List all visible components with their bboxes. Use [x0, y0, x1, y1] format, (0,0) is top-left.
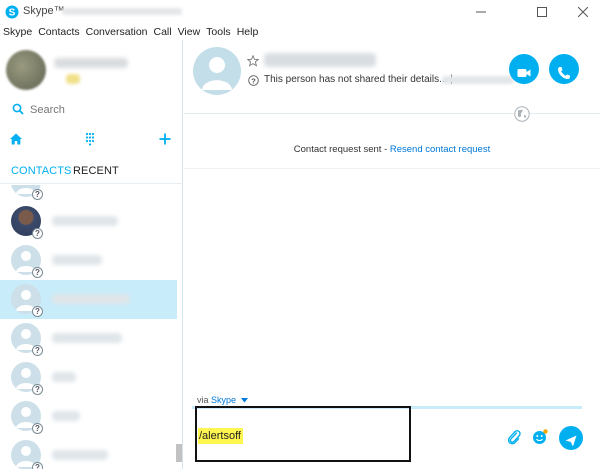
phone-icon [558, 67, 570, 79]
profile-header[interactable] [0, 40, 183, 98]
status-badge: ? [32, 228, 43, 239]
video-call-button[interactable] [509, 54, 539, 84]
list-item[interactable]: ? [0, 397, 177, 436]
list-item[interactable]: ? [0, 202, 177, 241]
window-title-redacted [62, 8, 182, 15]
notice-divider [184, 168, 600, 169]
list-item[interactable]: ? [0, 241, 177, 280]
close-button[interactable] [566, 0, 600, 24]
sidebar-actions [0, 130, 183, 152]
status-badge: ? [32, 423, 43, 434]
contact-name-redacted [52, 411, 80, 421]
menu-conversation[interactable]: Conversation [83, 24, 151, 40]
contact-name-redacted [52, 333, 122, 343]
contact-name-redacted [52, 255, 102, 265]
chevron-down-icon [240, 398, 248, 403]
audio-call-button[interactable] [549, 54, 579, 84]
list-item[interactable]: ? [0, 319, 177, 358]
search-icon [12, 103, 24, 115]
via-service[interactable]: Skype [211, 395, 236, 405]
list-item[interactable]: ? [0, 358, 177, 397]
menu-call[interactable]: Call [151, 24, 175, 40]
svg-text:S: S [9, 8, 16, 19]
contact-avatar[interactable] [193, 47, 241, 95]
status-badge: ? [32, 462, 43, 469]
contact-name-redacted [52, 294, 130, 304]
globe-icon[interactable] [514, 106, 530, 122]
menu-skype[interactable]: Skype [0, 24, 35, 40]
list-item[interactable]: ? [0, 436, 177, 469]
send-button[interactable] [559, 426, 583, 450]
person-icon [202, 57, 232, 90]
minimize-button[interactable] [464, 0, 498, 24]
emoticon-icon[interactable] [532, 429, 548, 445]
contact-list: ? ? ? ? ? ? ? ? [0, 185, 177, 469]
contact-name-redacted [52, 216, 118, 226]
home-icon[interactable] [9, 132, 27, 150]
avatar[interactable] [6, 50, 46, 90]
status-badge: ? [32, 306, 43, 317]
contact-list-scrollbar[interactable] [176, 444, 182, 462]
contact-status-text: This person has not shared their details… [264, 74, 453, 85]
search-bar[interactable] [0, 98, 183, 122]
profile-mood-redacted [66, 74, 80, 84]
via-selector[interactable]: via Skype [197, 395, 248, 405]
sidebar: CONTACTS RECENT ? ? ? ? [0, 40, 183, 469]
menu-contacts[interactable]: Contacts [35, 24, 82, 40]
status-badge: ? [32, 267, 43, 278]
status-badge: ? [32, 384, 43, 395]
contact-location-redacted [442, 76, 514, 84]
status-badge: ? [32, 189, 43, 200]
info-icon: ? [248, 75, 259, 86]
contact-name-redacted [52, 450, 108, 460]
maximize-button[interactable] [525, 0, 559, 24]
send-icon [565, 435, 577, 447]
contact-name-redacted [264, 53, 376, 67]
status-badge: ? [32, 345, 43, 356]
menu-view[interactable]: View [175, 24, 204, 40]
contact-request-notice: Contact request sent - Resend contact re… [184, 144, 600, 155]
search-input[interactable] [30, 102, 170, 118]
skype-logo-icon: S [5, 5, 19, 19]
title-bar: S Skype™ - [0, 0, 600, 24]
svg-text:?: ? [251, 76, 256, 85]
add-contact-icon[interactable] [158, 132, 176, 150]
message-compose-area: /alertsoff [192, 406, 600, 469]
tab-recent[interactable]: RECENT [73, 165, 119, 177]
menu-tools[interactable]: Tools [203, 24, 234, 40]
list-item[interactable]: ? [0, 280, 177, 319]
menu-bar: Skype Contacts Conversation Call View To… [0, 24, 261, 40]
tab-contacts[interactable]: CONTACTS [11, 165, 71, 177]
resend-request-link[interactable]: Resend contact request [390, 144, 490, 155]
header-divider [184, 113, 600, 114]
via-label: via [197, 395, 212, 405]
request-sent-text: Contact request sent - [293, 144, 390, 155]
conversation-header: ? This person has not shared their detai… [184, 40, 600, 102]
list-item[interactable]: ? [0, 185, 177, 202]
message-input[interactable]: /alertsoff [198, 428, 243, 444]
menu-help[interactable]: Help [234, 24, 262, 40]
video-camera-icon [517, 69, 531, 77]
paperclip-icon[interactable] [507, 429, 521, 445]
dialpad-icon[interactable] [83, 132, 101, 150]
contact-name-redacted [52, 372, 76, 382]
profile-name-redacted [54, 58, 128, 68]
sidebar-tabs: CONTACTS RECENT [0, 162, 183, 184]
star-icon[interactable] [247, 55, 259, 67]
